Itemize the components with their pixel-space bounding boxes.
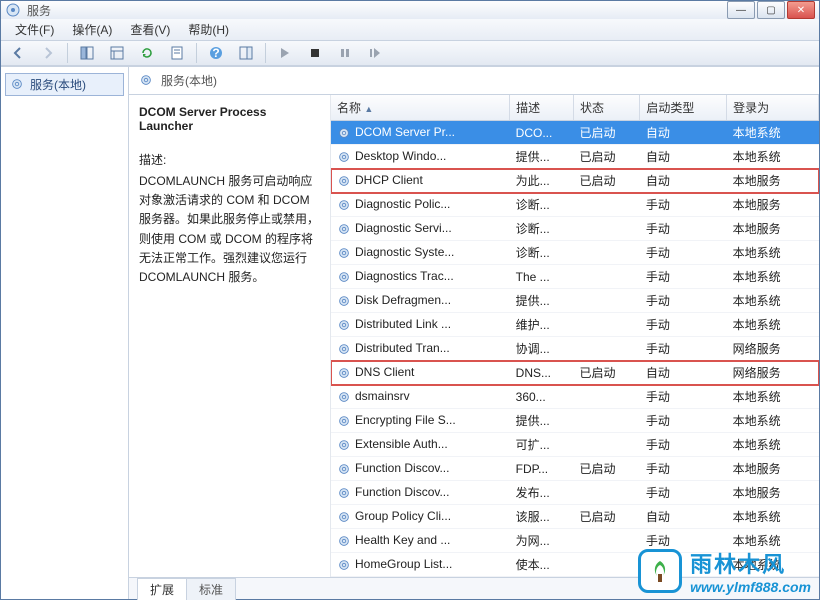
gear-icon bbox=[337, 150, 351, 164]
table-row[interactable]: Distributed Link ...维护...手动本地系统 bbox=[331, 313, 819, 337]
tree-node-label: 服务(本地) bbox=[30, 76, 86, 93]
gear-icon bbox=[337, 222, 351, 236]
table-row[interactable]: Health Key and ...为网...手动本地系统 bbox=[331, 529, 819, 553]
detail-desc-text: DCOMLAUNCH 服务可启动响应对象激活请求的 COM 和 DCOM 服务器… bbox=[139, 172, 320, 287]
gear-icon bbox=[139, 73, 155, 89]
table-row[interactable]: Diagnostic Polic...诊断...手动本地服务 bbox=[331, 193, 819, 217]
table-row[interactable]: Extensible Auth...可扩...手动本地系统 bbox=[331, 433, 819, 457]
gear-icon bbox=[337, 342, 351, 356]
sort-asc-icon: ▲ bbox=[364, 104, 373, 114]
gear-icon bbox=[337, 438, 351, 452]
table-row[interactable]: DCOM Server Pr...DCO...已启动自动本地系统 bbox=[331, 121, 819, 145]
col-name[interactable]: 名称 ▲ bbox=[331, 95, 510, 121]
gear-icon bbox=[337, 270, 351, 284]
toolbar: ? bbox=[1, 41, 819, 66]
titlebar[interactable]: 服务 — ▢ ✕ bbox=[1, 1, 819, 19]
detail-column: DCOM Server Process Launcher 描述: DCOMLAU… bbox=[129, 95, 331, 577]
right-title-text: 服务(本地) bbox=[161, 72, 217, 89]
toolbar-separator bbox=[265, 43, 266, 63]
gear-icon bbox=[337, 174, 351, 188]
gear-icon bbox=[337, 294, 351, 308]
left-panel: 服务(本地) bbox=[1, 67, 129, 599]
body: 服务(本地) 服务(本地) DCOM Server Process Launch… bbox=[1, 66, 819, 599]
right-panel-title: 服务(本地) bbox=[129, 67, 819, 95]
table-row[interactable]: Disk Defragmen...提供...手动本地系统 bbox=[331, 289, 819, 313]
toolbar-separator bbox=[196, 43, 197, 63]
table-row[interactable]: dsmainsrv360...手动本地系统 bbox=[331, 385, 819, 409]
gear-icon bbox=[337, 534, 351, 548]
back-button[interactable] bbox=[5, 41, 31, 65]
forward-button[interactable] bbox=[35, 41, 61, 65]
table-row[interactable]: Encrypting File S...提供...手动本地系统 bbox=[331, 409, 819, 433]
close-button[interactable]: ✕ bbox=[787, 1, 815, 19]
col-desc[interactable]: 描述 bbox=[510, 95, 574, 121]
table-row[interactable]: Function Discov...FDP...已启动手动本地服务 bbox=[331, 457, 819, 481]
table-row[interactable]: HomeGroup List...使本...手动本地系统 bbox=[331, 553, 819, 577]
gear-icon bbox=[337, 198, 351, 212]
restart-service-button[interactable] bbox=[362, 41, 388, 65]
show-hide-tree-button[interactable] bbox=[74, 41, 100, 65]
right-panel: 服务(本地) DCOM Server Process Launcher 描述: … bbox=[129, 67, 819, 599]
detail-desc-label: 描述: bbox=[139, 151, 320, 168]
menu-action[interactable]: 操作(A) bbox=[64, 19, 120, 40]
pause-service-button[interactable] bbox=[332, 41, 358, 65]
export-list-button[interactable] bbox=[104, 41, 130, 65]
table-row[interactable]: Diagnostic Syste...诊断...手动本地系统 bbox=[331, 241, 819, 265]
stop-service-button[interactable] bbox=[302, 41, 328, 65]
maximize-button[interactable]: ▢ bbox=[757, 1, 785, 19]
app-icon bbox=[5, 2, 21, 18]
minimize-button[interactable]: — bbox=[727, 1, 755, 19]
menu-view[interactable]: 查看(V) bbox=[122, 19, 178, 40]
services-list[interactable]: 名称 ▲ 描述 状态 启动类型 登录为 DCOM Server Pr...DCO… bbox=[331, 95, 819, 577]
table-row[interactable]: Distributed Tran...协调...手动网络服务 bbox=[331, 337, 819, 361]
col-status[interactable]: 状态 bbox=[573, 95, 639, 121]
table-row[interactable]: DNS ClientDNS...已启动自动网络服务 bbox=[331, 361, 819, 385]
menubar: 文件(F) 操作(A) 查看(V) 帮助(H) bbox=[1, 19, 819, 41]
start-service-button[interactable] bbox=[272, 41, 298, 65]
gear-icon bbox=[337, 318, 351, 332]
gear-icon bbox=[337, 510, 351, 524]
window-title: 服务 bbox=[27, 2, 51, 19]
gear-icon bbox=[337, 558, 351, 572]
action-pane-button[interactable] bbox=[233, 41, 259, 65]
gear-icon bbox=[337, 126, 351, 140]
table-row[interactable]: Function Discov...发布...手动本地服务 bbox=[331, 481, 819, 505]
gear-icon bbox=[337, 462, 351, 476]
gear-icon bbox=[337, 390, 351, 404]
table-row[interactable]: Diagnostic Servi...诊断...手动本地服务 bbox=[331, 217, 819, 241]
gear-icon bbox=[337, 366, 351, 380]
window: 服务 — ▢ ✕ 文件(F) 操作(A) 查看(V) 帮助(H) ? bbox=[0, 0, 820, 600]
tabs-bar: 扩展 标准 bbox=[129, 577, 819, 599]
detail-heading: DCOM Server Process Launcher bbox=[139, 105, 320, 133]
table-row[interactable]: Group Policy Cli...该服...已启动自动本地系统 bbox=[331, 505, 819, 529]
properties-button[interactable] bbox=[164, 41, 190, 65]
table-row[interactable]: Desktop Windo...提供...已启动自动本地系统 bbox=[331, 145, 819, 169]
col-logon[interactable]: 登录为 bbox=[727, 95, 819, 121]
table-row[interactable]: DHCP Client为此...已启动自动本地服务 bbox=[331, 169, 819, 193]
refresh-button[interactable] bbox=[134, 41, 160, 65]
gear-icon bbox=[337, 246, 351, 260]
table-row[interactable]: Diagnostics Trac...The ...手动本地系统 bbox=[331, 265, 819, 289]
gear-icon bbox=[337, 486, 351, 500]
gear-icon bbox=[10, 77, 26, 93]
col-startup[interactable]: 启动类型 bbox=[640, 95, 727, 121]
gear-icon bbox=[337, 414, 351, 428]
help-button[interactable]: ? bbox=[203, 41, 229, 65]
svg-text:?: ? bbox=[212, 46, 219, 60]
tab-extended[interactable]: 扩展 bbox=[137, 578, 187, 600]
tree-node-services-local[interactable]: 服务(本地) bbox=[5, 73, 124, 96]
menu-file[interactable]: 文件(F) bbox=[7, 19, 62, 40]
tab-standard[interactable]: 标准 bbox=[186, 578, 236, 600]
menu-help[interactable]: 帮助(H) bbox=[180, 19, 237, 40]
toolbar-separator bbox=[67, 43, 68, 63]
